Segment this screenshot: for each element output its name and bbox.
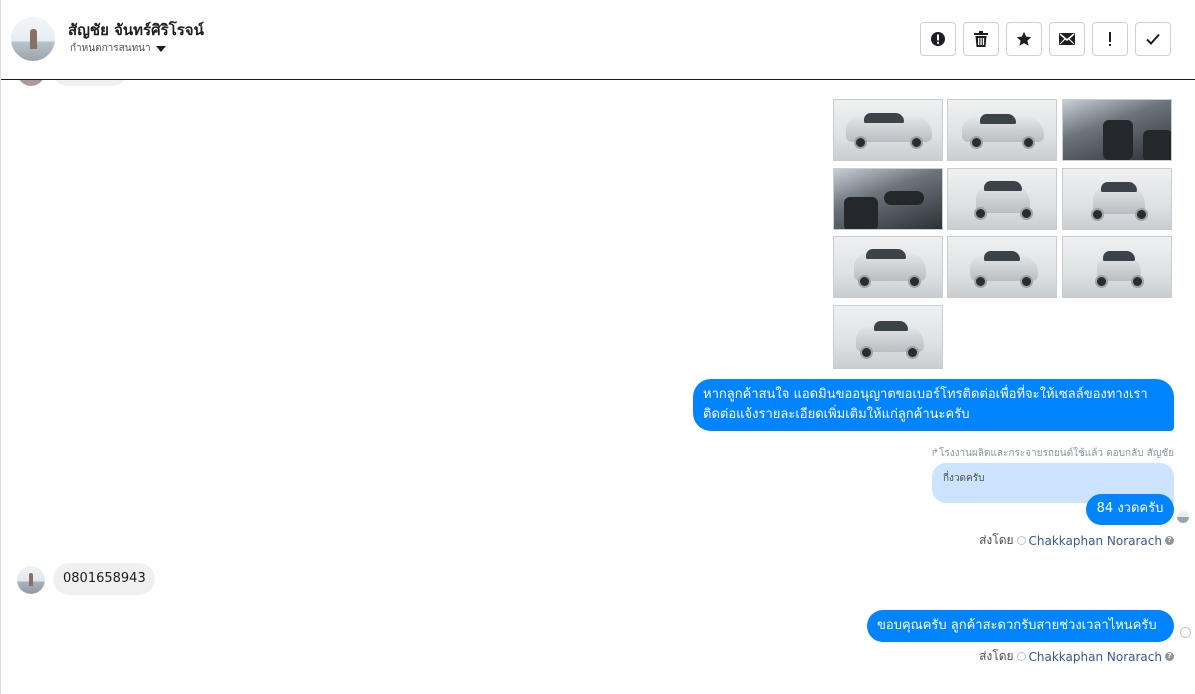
star-icon	[1016, 31, 1032, 46]
done-button[interactable]	[1135, 22, 1171, 56]
car-photo[interactable]	[1062, 168, 1172, 230]
customer-avatar[interactable]	[17, 566, 45, 594]
message-bubble-incoming[interactable]: 0801658943	[53, 563, 155, 595]
sent-by-info: ส่งโดย Chakkaphan Norarach ?	[979, 531, 1174, 550]
reply-icon: ↱	[930, 448, 939, 459]
message-text-line: ติดต่อแจ้งรายละเอียดเพิ่มเติมให้แก่ลูกค้…	[703, 407, 970, 422]
delete-button[interactable]	[963, 22, 999, 56]
caret-down-icon	[155, 45, 166, 52]
divider	[0, 0, 1, 694]
car-interior-photo[interactable]	[1062, 99, 1172, 161]
exclamation-icon	[1109, 32, 1111, 46]
message-text: 84 งวดครับ	[1096, 501, 1164, 516]
star-button[interactable]	[1006, 22, 1042, 56]
contact-avatar[interactable]	[11, 17, 55, 61]
reply-context: ↱โรงงานผลิตและกระจายรถยนต์ใช้แล้ว ตอบกลั…	[931, 446, 1174, 461]
reply-context-text: โรงงานผลิตและกระจายรถยนต์ใช้แล้ว ตอบกลับ…	[939, 448, 1174, 459]
sender-name-link[interactable]: Chakkaphan Norarach	[1029, 534, 1162, 548]
car-interior-photo[interactable]	[833, 168, 943, 230]
sender-name-link[interactable]: Chakkaphan Norarach	[1029, 650, 1162, 664]
car-photo[interactable]	[947, 236, 1057, 298]
conversation-view: สัญชัย จันทร์ศิริโรจน์ กำหนดการสนทนา หาก…	[0, 0, 1195, 694]
spam-alert-button[interactable]	[920, 22, 956, 56]
car-photo[interactable]	[833, 99, 943, 161]
message-bubble-outgoing[interactable]: 84 งวดครับ	[1086, 494, 1174, 525]
message-text: ขอบคุณครับ ลูกค้าสะดวกรับสายช่วงเวลาไหนค…	[877, 618, 1157, 633]
contact-name[interactable]: สัญชัย จันทร์ศิริโรจน์	[68, 18, 204, 42]
message-bubble-outgoing[interactable]: ขอบคุณครับ ลูกค้าสะดวกรับสายช่วงเวลาไหนค…	[867, 610, 1174, 642]
sent-by-label: ส่งโดย	[979, 533, 1014, 547]
message-text: 0801658943	[63, 571, 146, 586]
message-bubble-outgoing[interactable]: หากลูกค้าสนใจ แอดมินขออนุญาตขอเบอร์โทรติ…	[693, 379, 1174, 431]
car-photo[interactable]	[1062, 236, 1172, 298]
help-icon[interactable]: ?	[1165, 536, 1174, 545]
conversation-schedule-label: กำหนดการสนทนา	[70, 43, 151, 54]
sent-status-icon	[1180, 627, 1191, 638]
sent-by-info: ส่งโดย Chakkaphan Norarach ?	[979, 647, 1174, 666]
check-icon	[1146, 33, 1160, 45]
car-photo[interactable]	[833, 236, 943, 298]
verified-icon	[1016, 536, 1026, 545]
trash-icon	[974, 31, 988, 47]
car-photo[interactable]	[947, 99, 1057, 161]
message-text-line: หากลูกค้าสนใจ แอดมินขออนุญาตขอเบอร์โทรติ…	[703, 387, 1148, 402]
verified-icon	[1016, 652, 1026, 661]
conversation-schedule-dropdown[interactable]: กำหนดการสนทนา	[70, 41, 166, 56]
alert-circle-icon	[931, 32, 945, 46]
conversation-header: สัญชัย จันทร์ศิริโรจน์ กำหนดการสนทนา	[1, 0, 1195, 80]
car-photo[interactable]	[947, 168, 1057, 230]
mark-unread-button[interactable]	[1049, 22, 1085, 56]
car-photo[interactable]	[833, 305, 943, 369]
sent-by-label: ส่งโดย	[979, 649, 1014, 663]
important-button[interactable]	[1092, 22, 1128, 56]
help-icon[interactable]: ?	[1165, 652, 1174, 661]
seen-avatar	[1177, 511, 1189, 523]
quoted-message-text: กี่งวดครับ	[943, 473, 985, 484]
envelope-icon	[1059, 33, 1075, 45]
